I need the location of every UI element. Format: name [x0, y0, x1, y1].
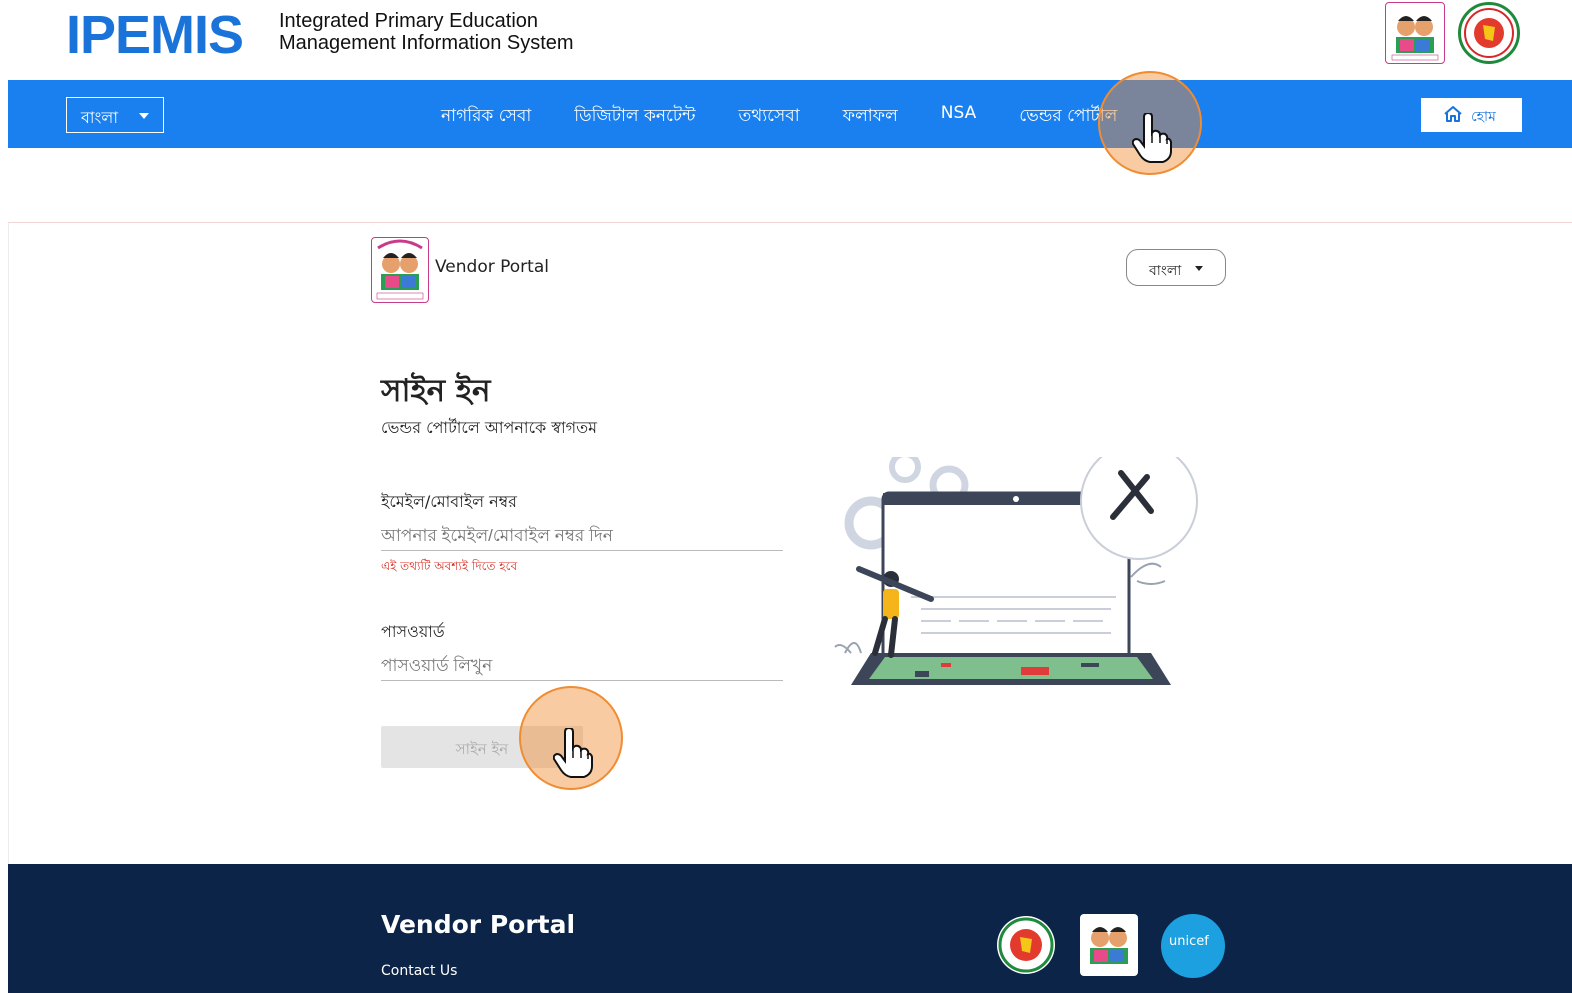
signin-welcome-text: ভেন্ডর পোর্টালে আপনাকে স্বাগতম	[381, 418, 598, 437]
vendor-language-dropdown[interactable]: বাংলা	[1126, 249, 1226, 286]
caret-down-icon	[139, 113, 149, 119]
subtitle-line-1: Integrated Primary Education	[279, 10, 539, 32]
caret-down-icon	[1195, 266, 1203, 271]
vendor-portal-title: Vendor Portal	[435, 257, 549, 277]
email-field[interactable]	[381, 521, 783, 551]
email-error-message: এই তথ্যটি অবশ্যই দিতে হবে	[381, 559, 518, 573]
signin-heading: সাইন ইন	[381, 373, 491, 409]
site-header: IPEMIS Integrated Primary Education Mana…	[0, 0, 1572, 80]
bangladesh-gov-seal-icon	[997, 916, 1055, 974]
contact-us-link[interactable]: Contact Us	[381, 963, 457, 979]
maintenance-illustration-icon	[834, 457, 1198, 685]
language-dropdown[interactable]: বাংলা	[66, 97, 164, 133]
hand-cursor-icon	[553, 728, 593, 778]
primary-education-logo-icon	[1080, 914, 1138, 976]
vendor-portal-logo-icon	[371, 237, 429, 303]
nav-item-results[interactable]: ফলাফল	[843, 103, 898, 131]
home-button-label: হোম	[1471, 109, 1496, 125]
footer-title: Vendor Portal	[381, 910, 576, 939]
site-footer: Vendor Portal Contact Us unicef	[8, 864, 1572, 993]
subtitle-line-2: Management Information System	[279, 32, 574, 54]
nav-menu: নাগরিক সেবা ডিজিটাল কনটেন্ট তথ্যসেবা ফলা…	[441, 103, 1160, 131]
primary-education-logo-icon	[1385, 2, 1445, 64]
unicef-logo-icon: unicef	[1161, 914, 1225, 978]
cursor-highlight-signin	[519, 686, 623, 790]
main-navbar: বাংলা নাগরিক সেবা ডিজিটাল কনটেন্ট তথ্যসে…	[8, 80, 1572, 148]
bangladesh-gov-seal-icon	[1458, 2, 1520, 64]
password-field[interactable]	[381, 651, 783, 681]
vendor-language-label: বাংলা	[1149, 263, 1182, 279]
unicef-label: unicef	[1169, 934, 1209, 949]
password-label: পাসওয়ার্ড	[381, 622, 445, 641]
site-subtitle: Integrated Primary Education Management …	[279, 10, 574, 54]
page: IPEMIS Integrated Primary Education Mana…	[0, 0, 1572, 993]
language-dropdown-label: বাংলা	[81, 108, 118, 127]
nav-item-information-service[interactable]: তথ্যসেবা	[738, 103, 799, 131]
email-label: ইমেইল/মোবাইল নম্বর	[381, 492, 517, 511]
ipemis-logo[interactable]: IPEMIS	[66, 4, 244, 66]
vendor-signin-panel: Vendor Portal বাংলা সাইন ইন ভেন্ডর পোর্ট…	[8, 222, 1572, 864]
nav-item-citizen-services[interactable]: নাগরিক সেবা	[441, 103, 531, 131]
home-button[interactable]: হোম	[1421, 98, 1522, 132]
nav-item-nsa[interactable]: NSA	[941, 103, 976, 131]
cursor-highlight-nav	[1098, 71, 1202, 175]
home-icon	[1444, 106, 1462, 122]
nav-item-digital-content[interactable]: ডিজিটাল কনটেন্ট	[574, 103, 695, 131]
hand-cursor-icon	[1132, 113, 1172, 163]
